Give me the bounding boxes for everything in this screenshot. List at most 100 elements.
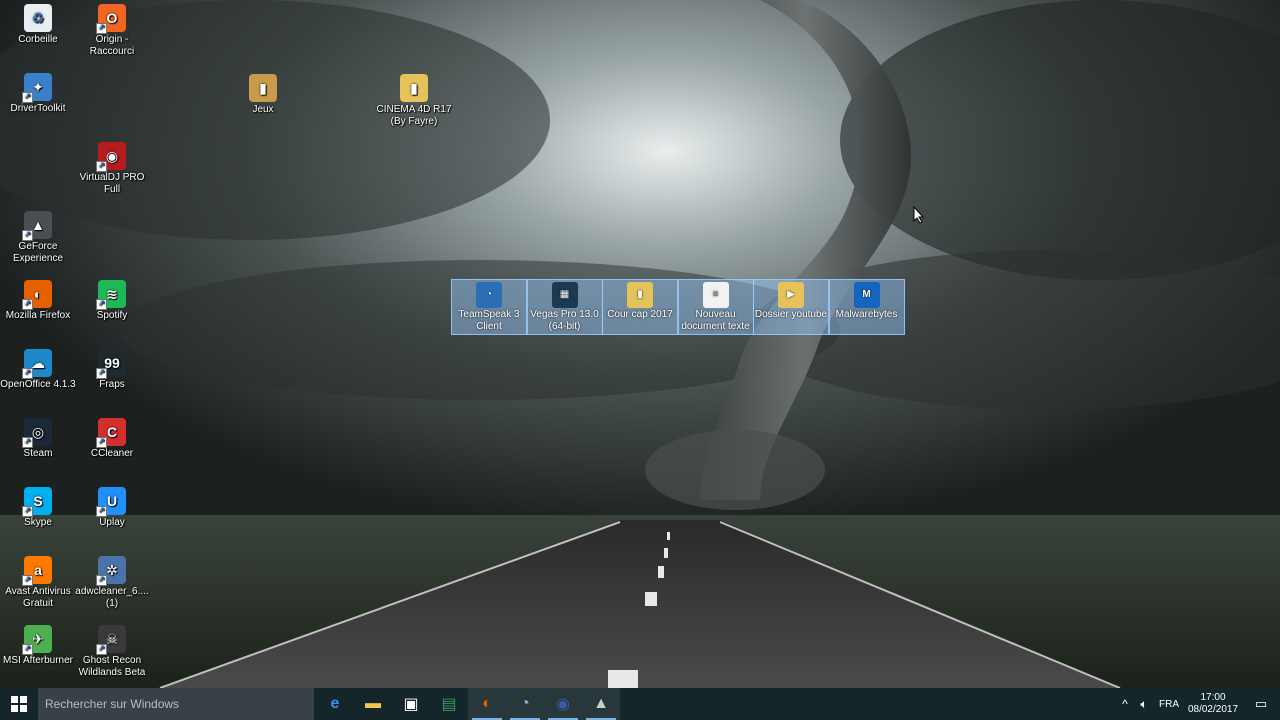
desktop-icon-avast[interactable]: a ↗ Avast Antivirus Gratuit — [0, 556, 76, 610]
cinema4d-icon: ◉ — [556, 696, 570, 713]
desktop-icon-label: Jeux — [252, 104, 274, 115]
shortcut-arrow-icon: ↗ — [22, 437, 33, 448]
notification-center-icon[interactable]: ▭ — [1242, 696, 1280, 712]
shortcut-arrow-icon: ↗ — [96, 506, 107, 517]
taskbar-app-edge[interactable]: e — [316, 688, 354, 720]
taskbar-app-excel-like[interactable]: ▤ — [430, 688, 468, 720]
openoffice-icon: ☁ ↗ — [22, 349, 52, 379]
selected-icon-vegas-pro[interactable]: ▦ Vegas Pro 13.0 (64-bit) — [526, 279, 603, 335]
selected-icon-nouveau-document[interactable]: ≡ Nouveau document texte — [677, 279, 754, 335]
desktop-icon-origin-shortcut[interactable]: O ↗ Origin - Raccourci — [74, 4, 150, 58]
desktop-icon-openoffice[interactable]: ☁ ↗ OpenOffice 4.1.3 — [0, 349, 76, 391]
desktop-icon-label: Avast Antivirus Gratuit — [5, 586, 71, 609]
desktop-icon-recycle-bin[interactable]: ♻ Corbeille — [0, 4, 76, 46]
volume-icon[interactable]: 🔈︎ — [1134, 697, 1154, 712]
taskbar-app-store[interactable]: ▣ — [392, 688, 430, 720]
shortcut-arrow-icon: ↗ — [96, 437, 107, 448]
virtualdj-icon: ◉ ↗ — [96, 142, 126, 172]
selected-icon-label: Malwarebytes — [835, 309, 898, 320]
recycle-bin-icon: ♻ — [24, 4, 52, 32]
taskbar-app-file-explorer[interactable]: ▬ — [354, 688, 392, 720]
search-placeholder: Rechercher sur Windows — [45, 697, 180, 711]
selected-icon-label: Cour cap 2017 — [607, 309, 673, 320]
shortcut-arrow-icon: ↗ — [22, 506, 33, 517]
ccleaner-icon: C ↗ — [96, 418, 126, 448]
adwcleaner-icon: ✲ ↗ — [96, 556, 126, 586]
selected-icon-cour-cap-folder[interactable]: ▮ Cour cap 2017 — [602, 279, 678, 335]
clock-date: 08/02/2017 — [1187, 704, 1239, 715]
selected-icon-label: Nouveau document texte — [681, 309, 750, 332]
shortcut-arrow-icon: ↗ — [22, 368, 33, 379]
desktop-icon-steam[interactable]: ◎ ↗ Steam — [0, 418, 76, 460]
desktop-icon-jeux-folder[interactable]: ▮ Jeux — [225, 74, 301, 116]
shortcut-arrow-icon: ↗ — [96, 644, 107, 655]
desktop-icon-geforce-experience[interactable]: ▲ ↗ GeForce Experience — [0, 211, 76, 265]
shortcut-arrow-icon: ↗ — [96, 575, 107, 586]
cour-cap-folder-icon: ▮ — [627, 282, 653, 308]
taskbar-app-cinema4d[interactable]: ◉ — [544, 688, 582, 720]
firefox-icon: ◐ — [482, 695, 492, 712]
desktop-icon-label: VirtualDJ PRO Full — [79, 172, 145, 195]
teamspeak-icon: ◔ — [520, 695, 530, 712]
taskbar-app-teamspeak[interactable]: ◔ — [506, 688, 544, 720]
search-box[interactable]: Rechercher sur Windows — [38, 688, 314, 720]
taskbar-app-firefox[interactable]: ◐ — [468, 688, 506, 720]
selected-icon-malwarebytes[interactable]: M Malwarebytes — [828, 279, 905, 335]
desktop-icon-firefox[interactable]: ◐ ↗ Mozilla Firefox — [0, 280, 76, 322]
clock[interactable]: 17:00 08/02/2017 — [1184, 692, 1242, 716]
desktop-icon-label: Origin - Raccourci — [89, 34, 135, 57]
desktop-icon-label: CINEMA 4D R17 (By Fayre) — [376, 104, 452, 127]
desktop-icon-virtualdj[interactable]: ◉ ↗ VirtualDJ PRO Full — [74, 142, 150, 196]
edge-icon: e — [330, 695, 340, 712]
cinema4d-folder-icon: ▮ — [400, 74, 428, 102]
desktop-icon-adwcleaner[interactable]: ✲ ↗ adwcleaner_6.... (1) — [74, 556, 150, 610]
system-tray: ^ 🔈︎ FRA 17:00 08/02/2017 ▭ — [1116, 688, 1280, 720]
desktop-icon-drivertoolkit[interactable]: ✦ ↗ DriverToolkit — [0, 73, 76, 115]
desktop-icon-label: Mozilla Firefox — [5, 310, 71, 321]
taskbar-app-geforce[interactable]: ▲ — [582, 688, 620, 720]
origin-shortcut-icon: O ↗ — [96, 4, 126, 34]
desktop-icon-label: CCleaner — [90, 448, 134, 459]
msi-afterburner-icon: ✈ ↗ — [22, 625, 52, 655]
shortcut-arrow-icon: ↗ — [22, 299, 33, 310]
shortcut-arrow-icon: ↗ — [96, 299, 107, 310]
shortcut-arrow-icon: ↗ — [22, 644, 33, 655]
desktop-icon-cinema4d-folder[interactable]: ▮ CINEMA 4D R17 (By Fayre) — [376, 74, 452, 128]
desktop-icon-skype[interactable]: S ↗ Skype — [0, 487, 76, 529]
selected-icon-label: TeamSpeak 3 Client — [458, 309, 520, 332]
jeux-folder-icon: ▮ — [249, 74, 277, 102]
desktop-icon-label: Fraps — [99, 379, 125, 390]
clock-time: 17:00 — [1200, 692, 1226, 703]
taskbar: Rechercher sur Windows e ▬ ▣ ▤ ◐ ◔ ◉ ▲ ^ 🔈︎ FRA… — [0, 688, 1280, 720]
shortcut-arrow-icon: ↗ — [22, 92, 33, 103]
selected-icon-label: Vegas Pro 13.0 (64-bit) — [530, 309, 599, 332]
drivertoolkit-icon: ✦ ↗ — [22, 73, 52, 103]
excel-like-icon: ▤ — [441, 696, 457, 713]
desktop-icon-ghost-recon[interactable]: ☠ ↗ Ghost Recon Wildlands Beta — [74, 625, 150, 679]
desktop-icon-fraps[interactable]: 99 ↗ Fraps — [74, 349, 150, 391]
ghost-recon-icon: ☠ ↗ — [96, 625, 126, 655]
shortcut-arrow-icon: ↗ — [96, 23, 107, 34]
desktop-icon-label: Spotify — [96, 310, 128, 321]
desktop-icon-label: Uplay — [99, 517, 125, 528]
desktop-icon-uplay[interactable]: U ↗ Uplay — [74, 487, 150, 529]
desktop-icon-label: GeForce Experience — [12, 241, 64, 264]
uplay-icon: U ↗ — [96, 487, 126, 517]
chevron-up-icon[interactable]: ^ — [1116, 697, 1134, 711]
mouse-cursor-icon — [913, 206, 925, 224]
shortcut-arrow-icon: ↗ — [96, 161, 107, 172]
selected-icon-dossier-youtube[interactable]: ▶ Dossier youtube — [753, 279, 829, 335]
geforce-icon: ▲ — [593, 695, 609, 712]
selected-icon-teamspeak[interactable]: ◔ TeamSpeak 3 Client — [451, 279, 527, 335]
desktop-icon-msi-afterburner[interactable]: ✈ ↗ MSI Afterburner — [0, 625, 76, 667]
desktop-wallpaper — [0, 0, 1280, 688]
windows-logo-icon — [11, 696, 27, 712]
desktop-icon-ccleaner[interactable]: C ↗ CCleaner — [74, 418, 150, 460]
selected-icons-group: ◔ TeamSpeak 3 Client ▦ Vegas Pro 13.0 (64-b… — [451, 279, 905, 335]
selected-icon-label: Dossier youtube — [754, 309, 828, 320]
file-explorer-icon: ▬ — [365, 695, 381, 712]
start-button[interactable] — [0, 688, 38, 720]
language-indicator[interactable]: FRA — [1154, 699, 1184, 710]
desktop-icon-spotify[interactable]: ≋ ↗ Spotify — [74, 280, 150, 322]
geforce-experience-icon: ▲ ↗ — [22, 211, 52, 241]
